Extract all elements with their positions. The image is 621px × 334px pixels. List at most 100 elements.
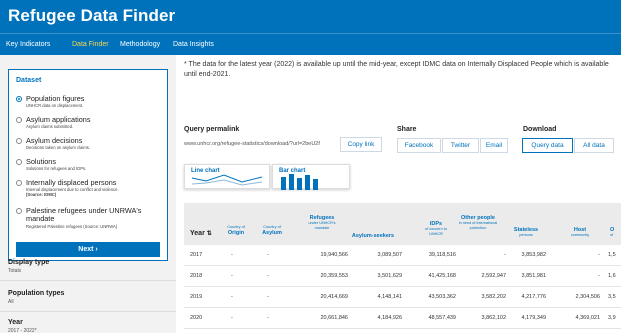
cell-stateless: 3,853,982 [521,252,546,258]
sort-icon[interactable]: ⇅ [207,231,212,237]
nav-data-insights[interactable]: Data Insights [173,41,214,48]
col-other-sub: in need of international protection [458,221,498,230]
cell-other: 3,582,202 [481,294,506,300]
share-twitter-button[interactable]: Twitter [442,138,479,153]
cell-stateless: 4,217,776 [521,294,546,300]
cell-origin: - [231,252,233,258]
cell-asylum-seekers: 4,184,926 [377,315,402,321]
nav-data-finder[interactable]: Data Finder [72,41,109,48]
cell-origin: - [231,273,233,279]
col-refugees-sub: under UNHCR's mandate [308,221,336,230]
copy-link-button[interactable]: Copy link [340,137,382,152]
cell-idps: 43,503,362 [428,294,456,300]
radio-icon[interactable] [16,159,22,165]
table-row: 2021--21,327,2854,616,13451,322,6234,406… [184,329,621,333]
display-type-heading: Display type [8,259,50,266]
cell-refugees: 20,661,846 [320,315,348,321]
line-chart-thumbnail[interactable]: Line chart [184,164,270,189]
year-heading: Year [8,319,23,326]
cell-other: 3,862,102 [481,315,506,321]
next-button[interactable]: Next › [16,242,160,257]
display-type-section[interactable]: Display type Totals [8,259,49,274]
dataset-panel: Dataset Population figures UNHCR data on… [8,69,168,261]
share-email-button[interactable]: Email [480,138,508,153]
data-availability-note: * The data for the latest year (2022) is… [184,61,609,78]
col-host-sub: community [570,233,590,237]
col-refugees-header[interactable]: Refugees under UNHCR's mandate [304,215,340,230]
year-section[interactable]: Year 2017 - 2022* [8,319,37,334]
cell-others: 1,6 [608,273,616,279]
cell-host: 2,304,506 [575,294,600,300]
cell-asylum: - [267,315,269,321]
radio-icon[interactable] [16,180,22,186]
col-asylum-seekers-header[interactable]: Asylum-seekers [346,233,400,239]
option-label: Population figures [26,94,85,103]
col-others-header[interactable]: Oof [610,227,621,238]
col-other-header[interactable]: Other people in need of international pro… [456,215,500,230]
table-row: 2019 - - 20,414,669 4,148,141 43,503,362 3,582… [184,287,621,308]
option-label: Solutions [26,157,57,166]
table-header: Year ⇅ Country of Origin Country of Asylum… [184,203,621,245]
divider [0,311,176,312]
col-year-header[interactable]: Year ⇅ [190,230,212,237]
option-label: Asylum applications [26,115,91,124]
cell-asylum-seekers: 4,148,141 [377,294,402,300]
main-nav: Key Indicators Data Finder Methodology D… [0,33,621,55]
cell-asylum: - [267,294,269,300]
col-asylum-header[interactable]: Country of Asylum [258,225,286,236]
col-stateless-header[interactable]: Stateless persons [506,227,546,238]
option-source: (Source: IDMC) [26,192,57,197]
cell-others: 3,5 [608,294,616,300]
option-description: Asylum claims submitted. [26,124,74,129]
cell-stateless: 4,179,349 [521,315,546,321]
cell-refugees: 19,940,566 [320,252,348,258]
cell-asylum-seekers: 3,089,507 [377,252,402,258]
table-row: 2018 - - 20,359,553 3,501,629 41,425,168 2,592… [184,266,621,287]
permalink-url[interactable]: www.unhcr.org/refugee-statistics/downloa… [184,141,320,147]
download-heading: Download [523,126,557,133]
table-row: 2017 - - 19,940,566 3,089,507 39,118,516 - 3,85… [184,245,621,266]
divider [0,280,176,281]
col-origin-header[interactable]: Country of Origin [222,225,250,236]
nav-key-indicators[interactable]: Key Indicators [6,41,50,48]
cell-others: 1,5 [608,252,616,258]
cell-host: - [598,273,600,279]
cell-idps: 48,557,439 [428,315,456,321]
app-title[interactable]: Refugee Data Finder [8,6,175,26]
cell-host: - [598,252,600,258]
share-heading: Share [397,126,417,133]
cell-year: 2017 [190,252,203,258]
radio-icon[interactable] [16,208,22,214]
nav-methodology[interactable]: Methodology [120,41,160,48]
col-idps-sub: of concern to UNHCR [425,227,447,236]
cell-refugees: 20,359,553 [320,273,348,279]
cell-other: - [504,252,506,258]
population-types-heading: Population types [8,290,65,297]
cell-idps: 41,425,168 [428,273,456,279]
col-idps-header[interactable]: IDPs of concern to UNHCR [418,221,454,236]
population-types-section[interactable]: Population types All [8,290,64,305]
option-label: Asylum decisions [26,136,83,145]
download-query-data-button[interactable]: Query data [522,138,573,153]
radio-icon[interactable] [16,138,22,144]
option-label-line2: mandate [26,214,55,223]
filter-sidebar: Dataset Population figures UNHCR data on… [0,55,176,334]
option-label: Internally displaced persons [26,178,117,187]
results-table: Year ⇅ Country of Origin Country of Asylum… [184,203,621,333]
radio-selected-icon[interactable] [16,96,22,102]
cell-asylum: - [267,252,269,258]
share-facebook-button[interactable]: Facebook [397,138,441,153]
cell-year: 2019 [190,294,203,300]
col-origin-label: Origin [227,229,245,236]
download-all-data-button[interactable]: All data [574,138,614,153]
col-host-header[interactable]: Host community [560,227,600,238]
bar-chart-thumbnail[interactable]: Bar chart [272,164,350,190]
cell-origin: - [231,315,233,321]
population-types-value: All [8,299,14,305]
app-header: Refugee Data Finder [0,0,621,33]
cell-asylum: - [267,273,269,279]
option-description: UNHCR data on displacement. [26,103,84,108]
cell-host: 4,369,021 [575,315,600,321]
radio-icon[interactable] [16,117,22,123]
cell-idps: 39,118,516 [428,252,456,258]
